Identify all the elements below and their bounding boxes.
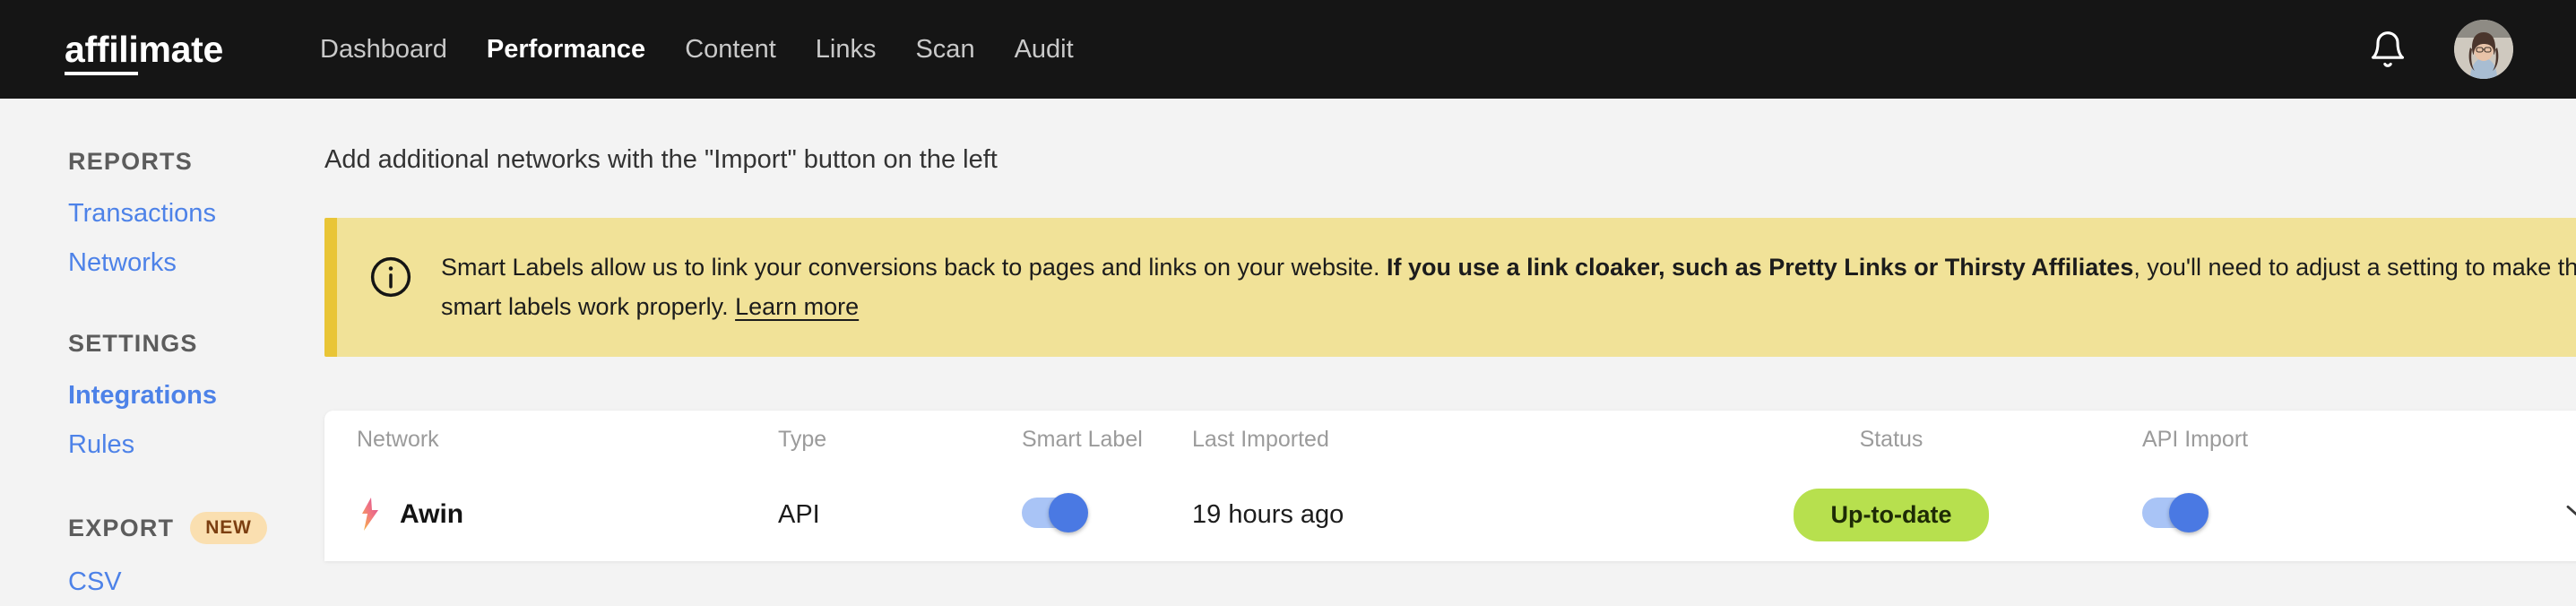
nav-right-actions — [2368, 20, 2513, 79]
alert-text-bold: If you use a link cloaker, such as Prett… — [1387, 254, 2133, 281]
column-header-status: Status — [1640, 427, 2142, 453]
avatar[interactable] — [2454, 20, 2513, 79]
chevron-down-icon[interactable] — [2563, 502, 2576, 524]
sidebar-heading-export-label: EXPORT — [68, 515, 174, 542]
alert-text: Smart Labels allow us to link your conve… — [441, 248, 2576, 326]
sidebar-heading-reports: REPORTS — [68, 148, 324, 176]
awin-flame-logo-icon — [357, 497, 384, 532]
learn-more-link[interactable]: Learn more — [735, 293, 859, 320]
column-header-type: Type — [778, 427, 1022, 453]
info-circle-icon — [367, 254, 414, 300]
nav-item-dashboard[interactable]: Dashboard — [300, 35, 467, 65]
bell-icon[interactable] — [2368, 30, 2407, 69]
column-header-last-imported: Last Imported — [1192, 427, 1640, 453]
cell-type: API — [778, 500, 1022, 530]
primary-nav-links: Dashboard Performance Content Links Scan… — [300, 35, 1094, 65]
networks-table-card: Network Type Smart Label Last Imported S… — [324, 411, 2576, 561]
sidebar-spacer-2 — [68, 480, 324, 512]
logo-plain-part: mate — [138, 29, 223, 70]
page-body: REPORTS Transactions Networks SETTINGS I… — [0, 99, 2576, 606]
sidebar-item-csv[interactable]: CSV — [68, 567, 324, 597]
api-import-toggle[interactable] — [2142, 498, 2207, 528]
sidebar-spacer-1 — [68, 298, 324, 330]
sidebar-heading-export: EXPORT NEW — [68, 512, 324, 544]
cell-expand — [2563, 502, 2576, 528]
cell-last-imported: 19 hours ago — [1192, 500, 1640, 530]
nav-item-content[interactable]: Content — [665, 35, 796, 65]
smart-label-toggle-knob — [1049, 493, 1088, 532]
sidebar-item-integrations[interactable]: Integrations — [68, 381, 324, 411]
nav-item-performance[interactable]: Performance — [467, 35, 665, 65]
table-row[interactable]: Awin API 19 hours ago Up-to-date — [324, 468, 2576, 561]
page-note: Add additional networks with the "Import… — [324, 145, 2576, 175]
status-badge[interactable]: Up-to-date — [1794, 489, 1990, 541]
sidebar-item-transactions[interactable]: Transactions — [68, 199, 324, 229]
nav-item-links[interactable]: Links — [796, 35, 896, 65]
table-header-row: Network Type Smart Label Last Imported S… — [324, 411, 2576, 468]
smart-label-toggle[interactable] — [1022, 498, 1086, 528]
sidebar-heading-settings-label: SETTINGS — [68, 330, 198, 358]
column-header-api-import: API Import — [2142, 427, 2563, 453]
logo-underlined-part: affili — [65, 29, 138, 75]
nav-item-audit[interactable]: Audit — [995, 35, 1094, 65]
cell-network: Awin — [357, 497, 778, 532]
api-import-toggle-knob — [2169, 493, 2209, 532]
app-logo[interactable]: affilimate — [65, 29, 223, 71]
cell-status: Up-to-date — [1640, 489, 2142, 541]
nav-item-scan[interactable]: Scan — [895, 35, 994, 65]
top-navigation-bar: affilimate Dashboard Performance Content… — [0, 0, 2576, 99]
sidebar-heading-settings: SETTINGS — [68, 330, 324, 358]
sidebar-item-networks[interactable]: Networks — [68, 248, 324, 278]
column-header-network: Network — [357, 427, 778, 453]
main-content: Add additional networks with the "Import… — [324, 99, 2576, 606]
sidebar-heading-reports-label: REPORTS — [68, 148, 193, 176]
cell-smart-label — [1022, 498, 1192, 532]
sidebar-item-rules[interactable]: Rules — [68, 430, 324, 460]
sidebar: REPORTS Transactions Networks SETTINGS I… — [0, 99, 324, 606]
alert-text-part1: Smart Labels allow us to link your conve… — [441, 254, 1387, 281]
column-header-smart-label: Smart Label — [1022, 427, 1192, 453]
avatar-photo — [2454, 20, 2513, 79]
smart-labels-alert: Smart Labels allow us to link your conve… — [324, 218, 2576, 357]
sidebar-new-badge: NEW — [190, 512, 266, 544]
cell-api-import — [2142, 498, 2563, 532]
network-name: Awin — [400, 499, 463, 530]
